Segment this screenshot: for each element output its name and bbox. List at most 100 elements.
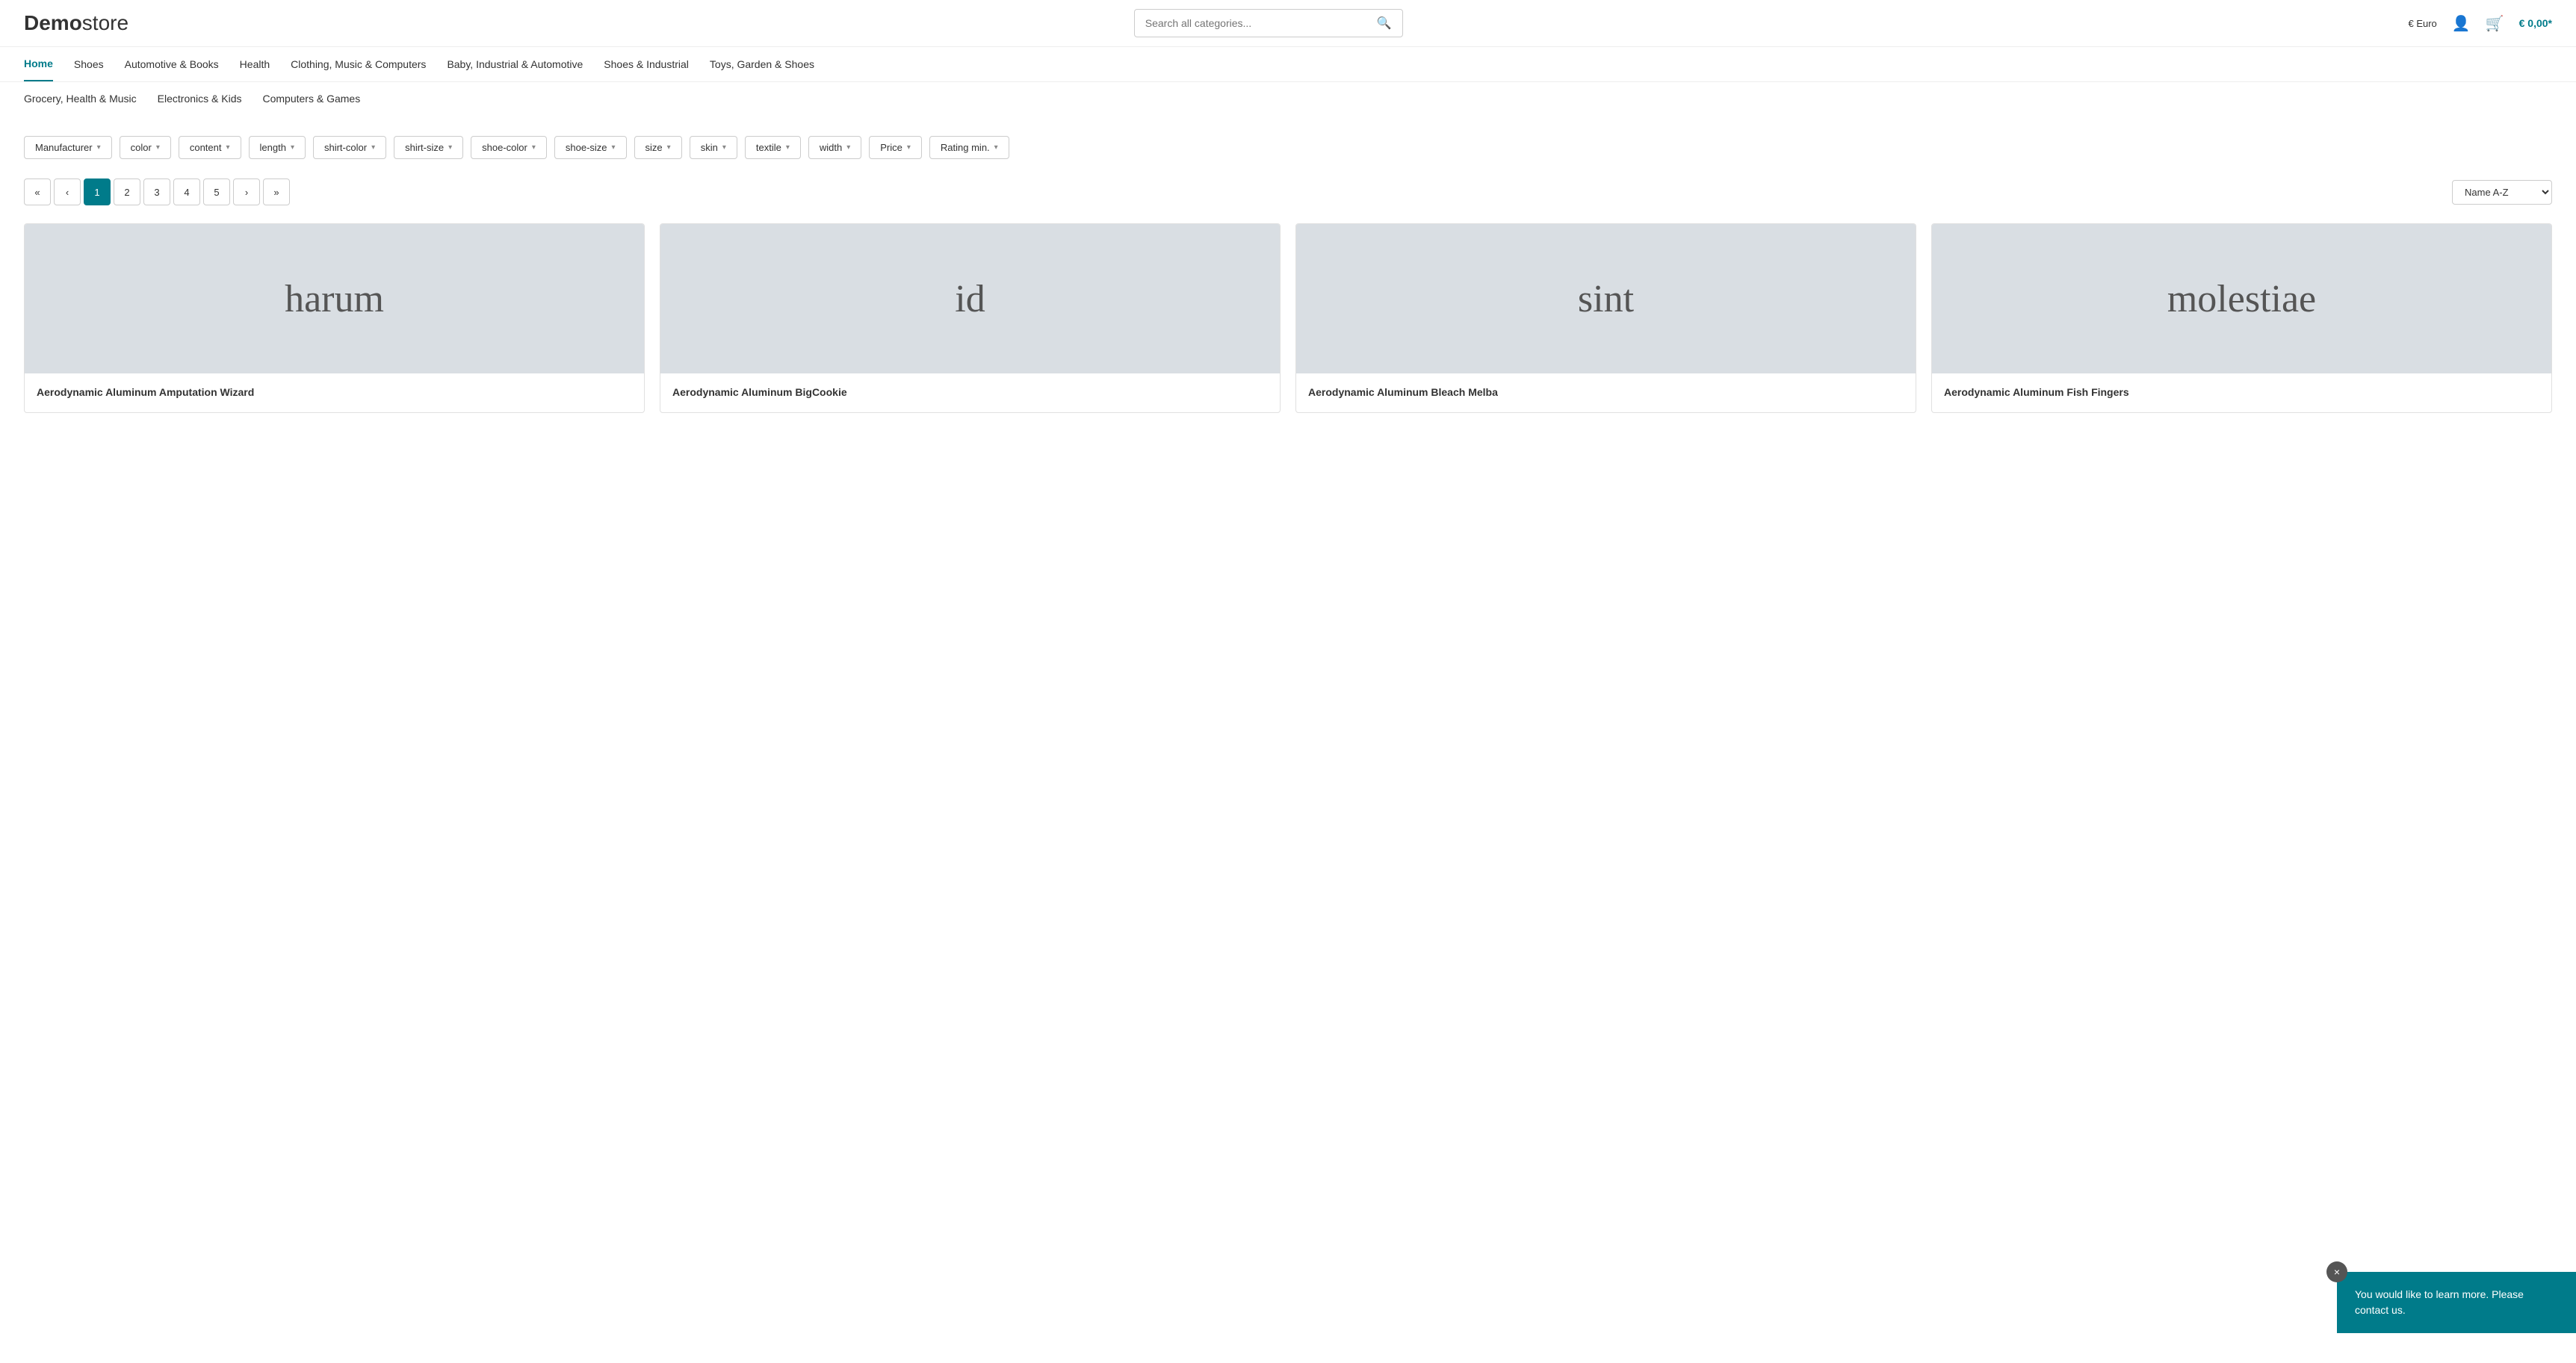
product-info: Aerodynamic Aluminum Fish Fingers <box>1932 373 2551 412</box>
currency-selector[interactable]: € Euro <box>2408 18 2436 29</box>
chevron-down-icon: ▾ <box>291 143 294 152</box>
product-image: harum <box>25 224 644 373</box>
pagination: «‹12345›» <box>24 178 290 205</box>
chevron-down-icon: ▾ <box>371 143 375 152</box>
pagination-prev-button[interactable]: ‹ <box>54 178 81 205</box>
search-input[interactable] <box>1145 17 1377 29</box>
filter-dropdown-button[interactable]: Price ▾ <box>869 136 922 159</box>
nav-top: Home Shoes Automotive & Books Health Clothin… <box>0 47 2576 82</box>
header-right: € Euro 👤 🛒 € 0,00* <box>2408 14 2552 33</box>
product-card[interactable]: sint Aerodynamic Aluminum Bleach Melba <box>1295 223 1916 413</box>
filter-dropdown-button[interactable]: skin ▾ <box>690 136 737 159</box>
user-icon[interactable]: 👤 <box>2452 14 2471 33</box>
product-card[interactable]: molestiae Aerodynamic Aluminum Fish Finge… <box>1931 223 2552 413</box>
search-icon: 🔍 <box>1377 16 1392 31</box>
nav-bottom-item[interactable]: Electronics & Kids <box>158 82 242 115</box>
search-bar[interactable]: 🔍 <box>1134 9 1403 37</box>
filter-dropdown-button[interactable]: content ▾ <box>179 136 241 159</box>
product-image-text: harum <box>285 277 384 321</box>
pagination-page-button[interactable]: 5 <box>203 178 230 205</box>
pagination-page-button[interactable]: 2 <box>114 178 140 205</box>
product-name: Aerodynamic Aluminum Fish Fingers <box>1944 385 2539 400</box>
nav-top-item[interactable]: Home <box>24 47 53 81</box>
product-image-text: id <box>955 277 985 321</box>
chevron-down-icon: ▾ <box>994 143 998 152</box>
nav-bottom-item[interactable]: Computers & Games <box>263 82 361 115</box>
chevron-down-icon: ▾ <box>846 143 850 152</box>
header: Demostore 🔍 € Euro 👤 🛒 € 0,00* <box>0 0 2576 47</box>
filter-label: shoe-size <box>566 142 607 153</box>
pagination-first-button[interactable]: « <box>24 178 51 205</box>
filter-label: Price <box>880 142 902 153</box>
pagination-next-button[interactable]: › <box>233 178 260 205</box>
filter-dropdown-button[interactable]: shoe-color▾ <box>471 136 547 159</box>
filter-dropdown-button[interactable]: width ▾ <box>808 136 861 159</box>
product-image: id <box>660 224 1280 373</box>
chevron-down-icon: ▾ <box>786 143 790 152</box>
pagination-page-button[interactable]: 4 <box>173 178 200 205</box>
filter-dropdown-button[interactable]: shirt-color ▾ <box>313 136 386 159</box>
pagination-last-button[interactable]: » <box>263 178 290 205</box>
nav-top-item[interactable]: Baby, Industrial & Automotive <box>447 48 583 81</box>
chevron-down-icon: ▾ <box>448 143 452 152</box>
filter-label: length <box>260 142 286 153</box>
chevron-down-icon: ▾ <box>97 143 101 152</box>
cart-amount[interactable]: € 0,00* <box>2519 17 2552 29</box>
sort-select[interactable]: Name A-ZName Z-APrice asc.Price desc.New… <box>2452 180 2552 205</box>
filter-label: Rating min. <box>941 142 990 153</box>
nav-top-item[interactable]: Automotive & Books <box>125 48 219 81</box>
products-grid: harum Aerodynamic Aluminum Amputation Wiz… <box>0 214 2576 443</box>
product-image: molestiae <box>1932 224 2551 373</box>
pagination-page-button[interactable]: 3 <box>143 178 170 205</box>
filter-label: content <box>190 142 222 153</box>
filter-label: skin <box>701 142 718 153</box>
nav-bottom: Grocery, Health & Music Electronics & Kid… <box>0 82 2576 115</box>
filters-section: Manufacturer▾color▾content▾length▾shirt-… <box>0 121 2576 167</box>
product-card[interactable]: harum Aerodynamic Aluminum Amputation Wiz… <box>24 223 645 413</box>
filter-dropdown-button[interactable]: color ▾ <box>120 136 171 159</box>
chevron-down-icon: ▾ <box>667 143 671 152</box>
chevron-down-icon: ▾ <box>612 143 616 152</box>
product-image: sint <box>1296 224 1916 373</box>
chevron-down-icon: ▾ <box>722 143 726 152</box>
filter-label: shoe-color <box>482 142 527 153</box>
product-name: Aerodynamic Aluminum Bleach Melba <box>1308 385 1904 400</box>
filter-dropdown-button[interactable]: length ▾ <box>249 136 306 159</box>
tooltip-close-button[interactable]: × <box>2326 1261 2347 1282</box>
filter-dropdown-button[interactable]: Manufacturer ▾ <box>24 136 112 159</box>
filter-label: shirt-color <box>324 142 367 153</box>
tooltip-popup: × You would like to learn more. Please c… <box>2337 1272 2576 1333</box>
pagination-page-button[interactable]: 1 <box>84 178 111 205</box>
filter-dropdown-button[interactable]: textile ▾ <box>745 136 801 159</box>
filter-dropdown-button[interactable]: size ▾ <box>634 136 682 159</box>
logo-light: store <box>82 11 129 34</box>
product-image-text: molestiae <box>2167 277 2316 321</box>
nav-top-item[interactable]: Clothing, Music & Computers <box>291 48 426 81</box>
chevron-down-icon: ▾ <box>156 143 160 152</box>
filter-dropdown-button[interactable]: shoe-size ▾ <box>554 136 627 159</box>
filter-label: color <box>131 142 152 153</box>
product-info: Aerodynamic Aluminum BigCookie <box>660 373 1280 412</box>
product-image-text: sint <box>1578 277 1634 321</box>
logo-bold: Demo <box>24 11 82 34</box>
nav-bottom-item[interactable]: Grocery, Health & Music <box>24 82 137 115</box>
filter-label: textile <box>756 142 781 153</box>
product-name: Aerodynamic Aluminum Amputation Wizard <box>37 385 632 400</box>
product-info: Aerodynamic Aluminum Bleach Melba <box>1296 373 1916 412</box>
nav-top-item[interactable]: Health <box>240 48 270 81</box>
filter-label: width <box>820 142 842 153</box>
nav-top-item[interactable]: Toys, Garden & Shoes <box>710 48 814 81</box>
product-card[interactable]: id Aerodynamic Aluminum BigCookie <box>660 223 1281 413</box>
logo[interactable]: Demostore <box>24 11 129 35</box>
filter-label: Manufacturer <box>35 142 93 153</box>
filter-dropdown-button[interactable]: shirt-size ▾ <box>394 136 463 159</box>
nav-top-item[interactable]: Shoes <box>74 48 104 81</box>
filter-label: shirt-size <box>405 142 444 153</box>
filter-dropdown-button[interactable]: Rating min. ▾ <box>929 136 1009 159</box>
filter-label: size <box>645 142 663 153</box>
chevron-down-icon: ▾ <box>907 143 911 152</box>
product-info: Aerodynamic Aluminum Amputation Wizard <box>25 373 644 412</box>
chevron-down-icon: ▾ <box>226 143 230 152</box>
cart-icon[interactable]: 🛒 <box>2486 14 2504 33</box>
nav-top-item[interactable]: Shoes & Industrial <box>604 48 689 81</box>
